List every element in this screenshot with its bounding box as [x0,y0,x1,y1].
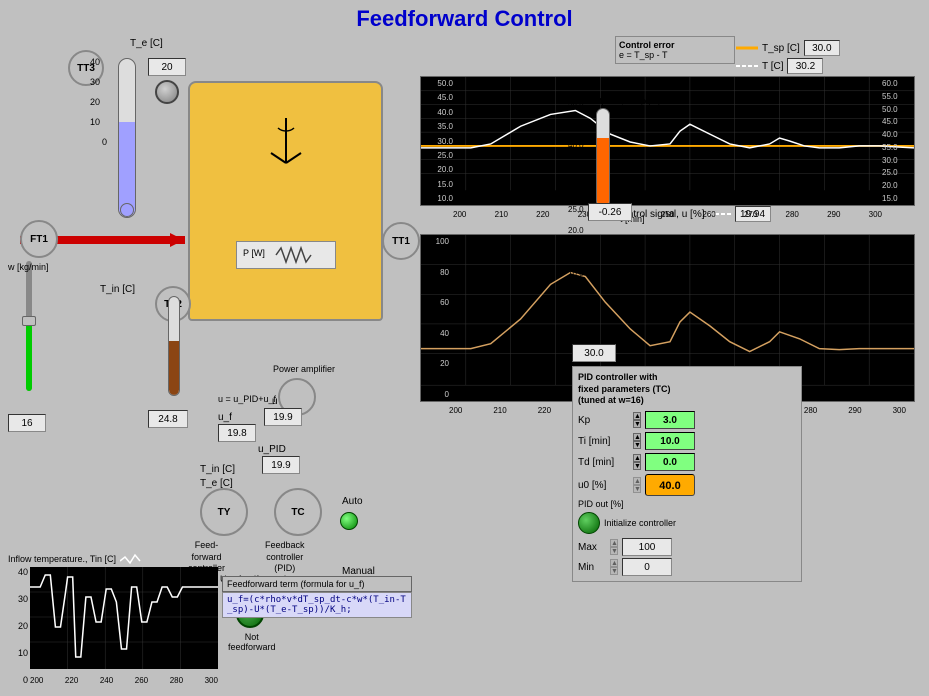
formula-text: u_f=(c*rho*v*dT_sp_dt-c*w*(T_in-T_sp)-U*… [222,592,412,618]
T-in-display: 24.8 [148,410,188,428]
T_in-label2: T_in [C] [200,464,235,475]
w-slider-area[interactable] [22,261,36,411]
control-error-box: Control error e = T_sp - T [615,36,735,64]
main-tank: P [W] [188,81,383,321]
feedback-label: Feedback [572,331,616,342]
thermometer-TT2 [168,296,180,396]
pid-controller-panel: PID controller withfixed parameters (TC)… [572,366,802,582]
page-title: Feedforward Control [0,0,929,34]
formula-box: Feedforward term (formula for u_f) u_f=(… [222,576,412,618]
TC-controller: TC [274,488,322,536]
speed-value-box: 20 [148,58,186,76]
TY-controller: TY [200,488,248,536]
feedback-value-box: 30.0 [572,344,616,362]
Tsp-display: T_sp [C] 30.0 [736,40,840,56]
u-f-value: 19.8 [218,424,256,442]
w-label: w [kg/min] [8,262,49,272]
initialize-controller-btn[interactable]: Initialize controller [578,512,796,534]
svg-text:P [W]: P [W] [243,248,265,258]
u-PID-label: u_PID [258,444,286,455]
feedback-controller-label: Feedbackcontroller(PID) [265,540,305,575]
heater-element: P [W] [236,241,336,269]
u-value-display: 19.9 [264,408,302,426]
u-label: u [272,396,278,407]
w-flow-display: 16 [8,414,46,432]
u-eq-label: u = u_PID+u_f [218,394,276,404]
bottom-chart-container: Inflow temperature., Tin [C] 403020100 [8,553,218,691]
T_in-label: T_in [C] [100,284,135,295]
T-display: T [C] 30.2 [736,58,823,74]
speed-knob[interactable] [155,80,179,104]
u-PID-value: 19.9 [262,456,300,474]
auto-label: Auto [342,496,363,507]
setpoint-value-box[interactable]: -0.26 [588,203,632,221]
power-amplifier-label: Power amplifier [273,364,335,374]
top-right-chart: 50.045.040.035.030.025.020.015.010.0 60.… [420,76,915,206]
setpoint-area: Setpoint, T_sp [C] 50.0 45.0 40.0 35.0 3… [588,96,618,206]
te-label-top: T_e [C] [130,38,163,49]
u-f-label: u_f [218,412,232,423]
not-feedforward-label: Notfeedforward [228,632,276,652]
TT1-instrument: TT1 [382,222,420,260]
FT1-instrument: FT1 [20,220,58,258]
inlet-arrow [170,233,184,247]
auto-led[interactable] [340,512,358,530]
w-slider-handle[interactable] [22,316,36,326]
thermometer-TT3 [118,58,136,218]
